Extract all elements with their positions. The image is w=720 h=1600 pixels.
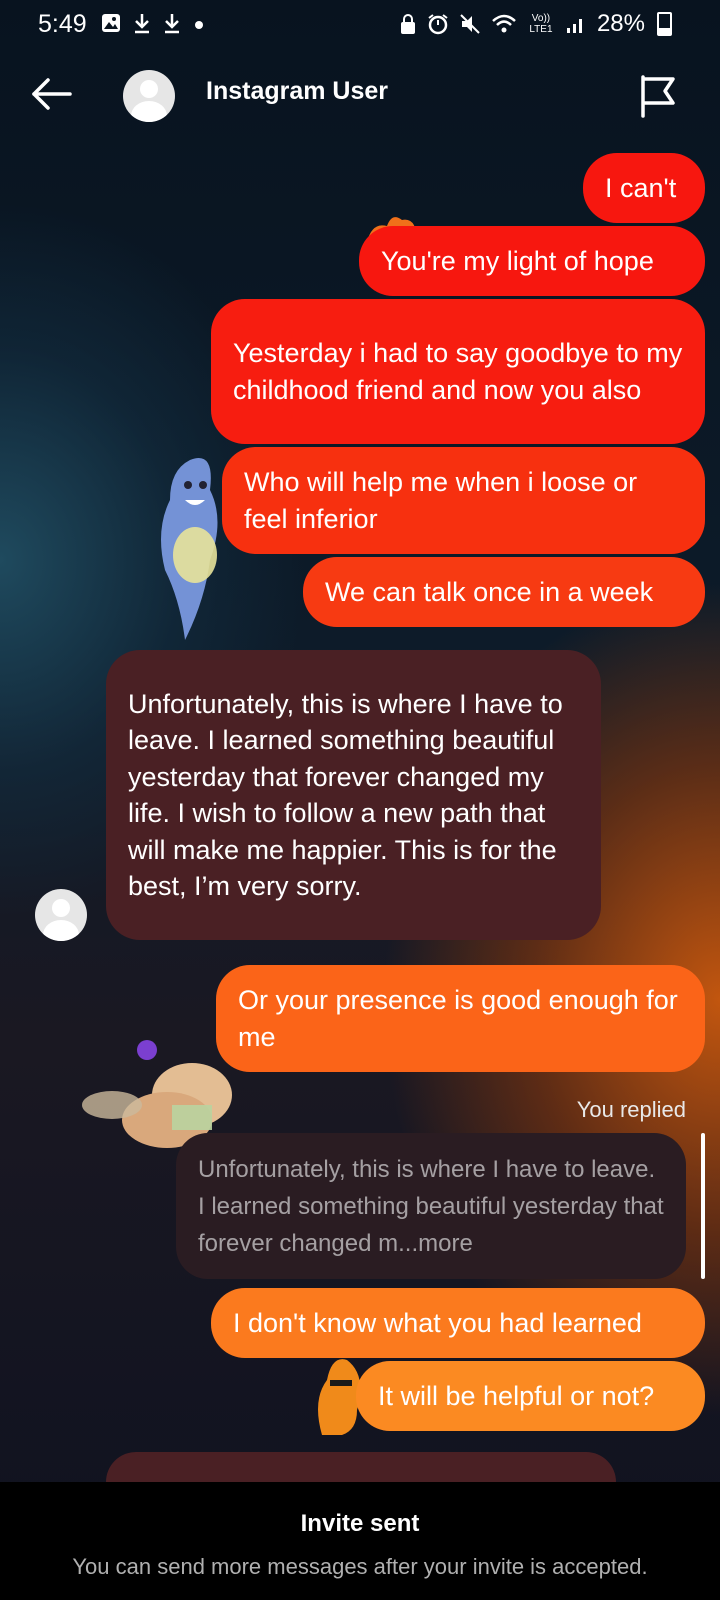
message-text: I can't [605,172,677,203]
dot-icon [195,21,203,29]
gallery-icon [102,14,120,32]
battery-percent: 28% [596,10,645,37]
message-text: Or your presence is good enough for me [238,985,678,1052]
invite-sent-subtitle: You can send more messages after your in… [72,1554,648,1579]
message-text: I don't know what you had learned [233,1307,642,1338]
volte-icon: Vo)) LTE1 [529,13,553,35]
message-bubble-outgoing[interactable]: It will be helpful or not? [356,1361,705,1431]
message-bubble-outgoing[interactable]: I can't [583,153,705,223]
message-bubble-outgoing[interactable]: Yesterday i had to say goodbye to my chi… [211,299,705,444]
alarm-icon [428,14,448,35]
quoted-message[interactable]: Unfortunately, this is where I have to l… [176,1133,686,1279]
download-icon [135,14,149,34]
report-flag-icon[interactable] [638,74,678,118]
message-bubble-outgoing[interactable]: Who will help me when i loose or feel in… [222,447,705,554]
message-text: We can talk once in a week [325,576,654,607]
quote-indicator-bar [701,1133,705,1279]
message-bubble-incoming-partial[interactable] [106,1452,616,1482]
message-bubble-outgoing[interactable]: We can talk once in a week [303,557,705,627]
sender-avatar[interactable] [35,889,87,941]
message-text: Who will help me when i loose or feel in… [244,467,638,534]
water-character-decoration [161,458,218,640]
avatar[interactable] [123,70,175,122]
message-text: Unfortunately, this is where I have to l… [128,688,563,902]
mute-icon [460,14,480,34]
chat-header: Instagram User [0,52,720,142]
message-text: It will be helpful or not? [378,1380,655,1411]
chat-title[interactable]: Instagram User [206,77,388,106]
invite-footer: Invite sent You can send more messages a… [0,1482,720,1600]
status-bar: 5:49 Vo)) LTE1 28% [0,0,720,52]
message-text: You're my light of hope [381,245,654,276]
wifi-icon [492,14,516,33]
message-bubble-outgoing[interactable]: Or your presence is good enough for me [216,965,705,1072]
status-time: 5:49 [38,10,87,38]
signal-icon [566,19,582,33]
message-text: Yesterday i had to say goodbye to my chi… [233,338,683,405]
lock-icon [400,14,415,34]
you-replied-label: You replied [576,1097,686,1122]
message-bubble-outgoing[interactable]: I don't know what you had learned [211,1288,705,1358]
system-icons: Vo)) LTE1 28% [399,10,672,38]
invite-sent-title: Invite sent [300,1510,420,1537]
message-bubble-outgoing[interactable]: You're my light of hope [359,226,705,296]
notification-icons [100,12,206,34]
message-bubble-incoming[interactable]: Unfortunately, this is where I have to l… [106,650,601,940]
download-icon [165,14,179,34]
battery-icon [657,12,672,36]
back-arrow-icon[interactable] [30,72,74,116]
